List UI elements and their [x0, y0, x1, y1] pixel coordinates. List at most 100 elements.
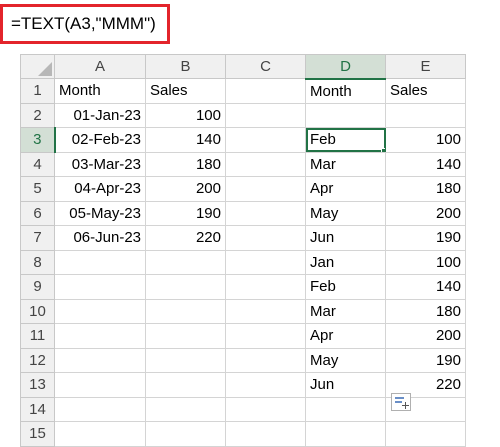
row-header[interactable]: 11: [20, 323, 55, 349]
row-header[interactable]: 8: [20, 249, 55, 275]
cell-a4[interactable]: 03-Mar-23: [54, 151, 146, 177]
cell-e9[interactable]: 140: [385, 274, 466, 300]
column-header-d[interactable]: D: [305, 54, 386, 80]
column-header-e[interactable]: E: [385, 54, 466, 79]
cell-b10[interactable]: [145, 298, 226, 324]
cell-b9[interactable]: [145, 274, 226, 300]
cell-c8[interactable]: [225, 249, 306, 275]
paste-options-icon-line: [395, 401, 402, 403]
cell-b1[interactable]: Sales: [145, 78, 226, 104]
cell-e3[interactable]: 100: [385, 127, 466, 153]
cell-a9[interactable]: [54, 274, 146, 300]
cell-e11[interactable]: 200: [385, 323, 466, 349]
row-header[interactable]: 6: [20, 200, 55, 226]
cell-e12[interactable]: 190: [385, 347, 466, 373]
formula-bar[interactable]: =TEXT(A3,"MMM"): [0, 4, 170, 44]
cell-d3[interactable]: Feb: [305, 127, 386, 153]
cell-b12[interactable]: [145, 347, 226, 373]
cell-b2[interactable]: 100: [145, 102, 226, 128]
cell-e7[interactable]: 190: [385, 225, 466, 251]
cell-d14[interactable]: [305, 396, 386, 422]
cell-d8[interactable]: Jan: [305, 249, 386, 275]
cell-c7[interactable]: [225, 225, 306, 251]
column-header-c[interactable]: C: [225, 54, 306, 79]
row-header[interactable]: 9: [20, 274, 55, 300]
cell-b3[interactable]: 140: [145, 127, 226, 153]
cell-d7[interactable]: Jun: [305, 225, 386, 251]
cell-c13[interactable]: [225, 372, 306, 398]
cell-d5[interactable]: Apr: [305, 176, 386, 202]
row-header[interactable]: 10: [20, 298, 55, 324]
cell-c1[interactable]: [225, 78, 306, 104]
row-header[interactable]: 3: [20, 127, 56, 153]
cell-c6[interactable]: [225, 200, 306, 226]
cell-a15[interactable]: [54, 421, 146, 447]
cell-b11[interactable]: [145, 323, 226, 349]
cell-e1[interactable]: Sales: [385, 78, 466, 104]
cell-d11[interactable]: Apr: [305, 323, 386, 349]
cell-c10[interactable]: [225, 298, 306, 324]
cell-d2[interactable]: [305, 102, 386, 128]
fill-handle[interactable]: [381, 147, 385, 152]
cell-b6[interactable]: 190: [145, 200, 226, 226]
cell-a5[interactable]: 04-Apr-23: [54, 176, 146, 202]
row-header[interactable]: 15: [20, 421, 55, 447]
cell-e2[interactable]: [385, 102, 466, 128]
cell-a3[interactable]: 02-Feb-23: [54, 127, 146, 153]
cell-a12[interactable]: [54, 347, 146, 373]
cell-a1[interactable]: Month: [54, 78, 146, 104]
cell-c3[interactable]: [225, 127, 306, 153]
cell-d15[interactable]: [305, 421, 386, 447]
cell-a7[interactable]: 06-Jun-23: [54, 225, 146, 251]
cell-a11[interactable]: [54, 323, 146, 349]
select-all-corner[interactable]: [20, 54, 55, 79]
cell-c12[interactable]: [225, 347, 306, 373]
cell-c11[interactable]: [225, 323, 306, 349]
cell-e4[interactable]: 140: [385, 151, 466, 177]
cell-d4[interactable]: Mar: [305, 151, 386, 177]
cell-c9[interactable]: [225, 274, 306, 300]
cell-b7[interactable]: 220: [145, 225, 226, 251]
paste-options-icon[interactable]: [391, 393, 411, 411]
cell-a8[interactable]: [54, 249, 146, 275]
cell-e5[interactable]: 180: [385, 176, 466, 202]
cell-c15[interactable]: [225, 421, 306, 447]
cell-c2[interactable]: [225, 102, 306, 128]
cell-c4[interactable]: [225, 151, 306, 177]
cell-c14[interactable]: [225, 396, 306, 422]
cell-b14[interactable]: [145, 396, 226, 422]
column-header-a[interactable]: A: [54, 54, 146, 79]
row-header[interactable]: 2: [20, 102, 55, 128]
row-header[interactable]: 12: [20, 347, 55, 373]
cell-e6[interactable]: 200: [385, 200, 466, 226]
cell-a14[interactable]: [54, 396, 146, 422]
cell-e15[interactable]: [385, 421, 466, 447]
cell-b15[interactable]: [145, 421, 226, 447]
table-row: 6 05-May-23 190 May 200: [20, 200, 466, 226]
cell-b8[interactable]: [145, 249, 226, 275]
row-header[interactable]: 7: [20, 225, 55, 251]
column-header-b[interactable]: B: [145, 54, 226, 79]
cell-a2[interactable]: 01-Jan-23: [54, 102, 146, 128]
cell-d12[interactable]: May: [305, 347, 386, 373]
cell-b4[interactable]: 180: [145, 151, 226, 177]
row-header[interactable]: 13: [20, 372, 55, 398]
cell-a6[interactable]: 05-May-23: [54, 200, 146, 226]
cell-d1[interactable]: Month: [305, 78, 386, 104]
row-header[interactable]: 1: [20, 78, 55, 104]
cell-c5[interactable]: [225, 176, 306, 202]
cell-e8[interactable]: 100: [385, 249, 466, 275]
table-row: 2 01-Jan-23 100: [20, 102, 466, 128]
cell-e10[interactable]: 180: [385, 298, 466, 324]
cell-a13[interactable]: [54, 372, 146, 398]
cell-d9[interactable]: Feb: [305, 274, 386, 300]
cell-d6[interactable]: May: [305, 200, 386, 226]
row-header[interactable]: 4: [20, 151, 55, 177]
cell-d10[interactable]: Mar: [305, 298, 386, 324]
row-header[interactable]: 5: [20, 176, 55, 202]
row-header[interactable]: 14: [20, 396, 55, 422]
cell-b5[interactable]: 200: [145, 176, 226, 202]
cell-a10[interactable]: [54, 298, 146, 324]
cell-d13[interactable]: Jun: [305, 372, 386, 398]
cell-b13[interactable]: [145, 372, 226, 398]
